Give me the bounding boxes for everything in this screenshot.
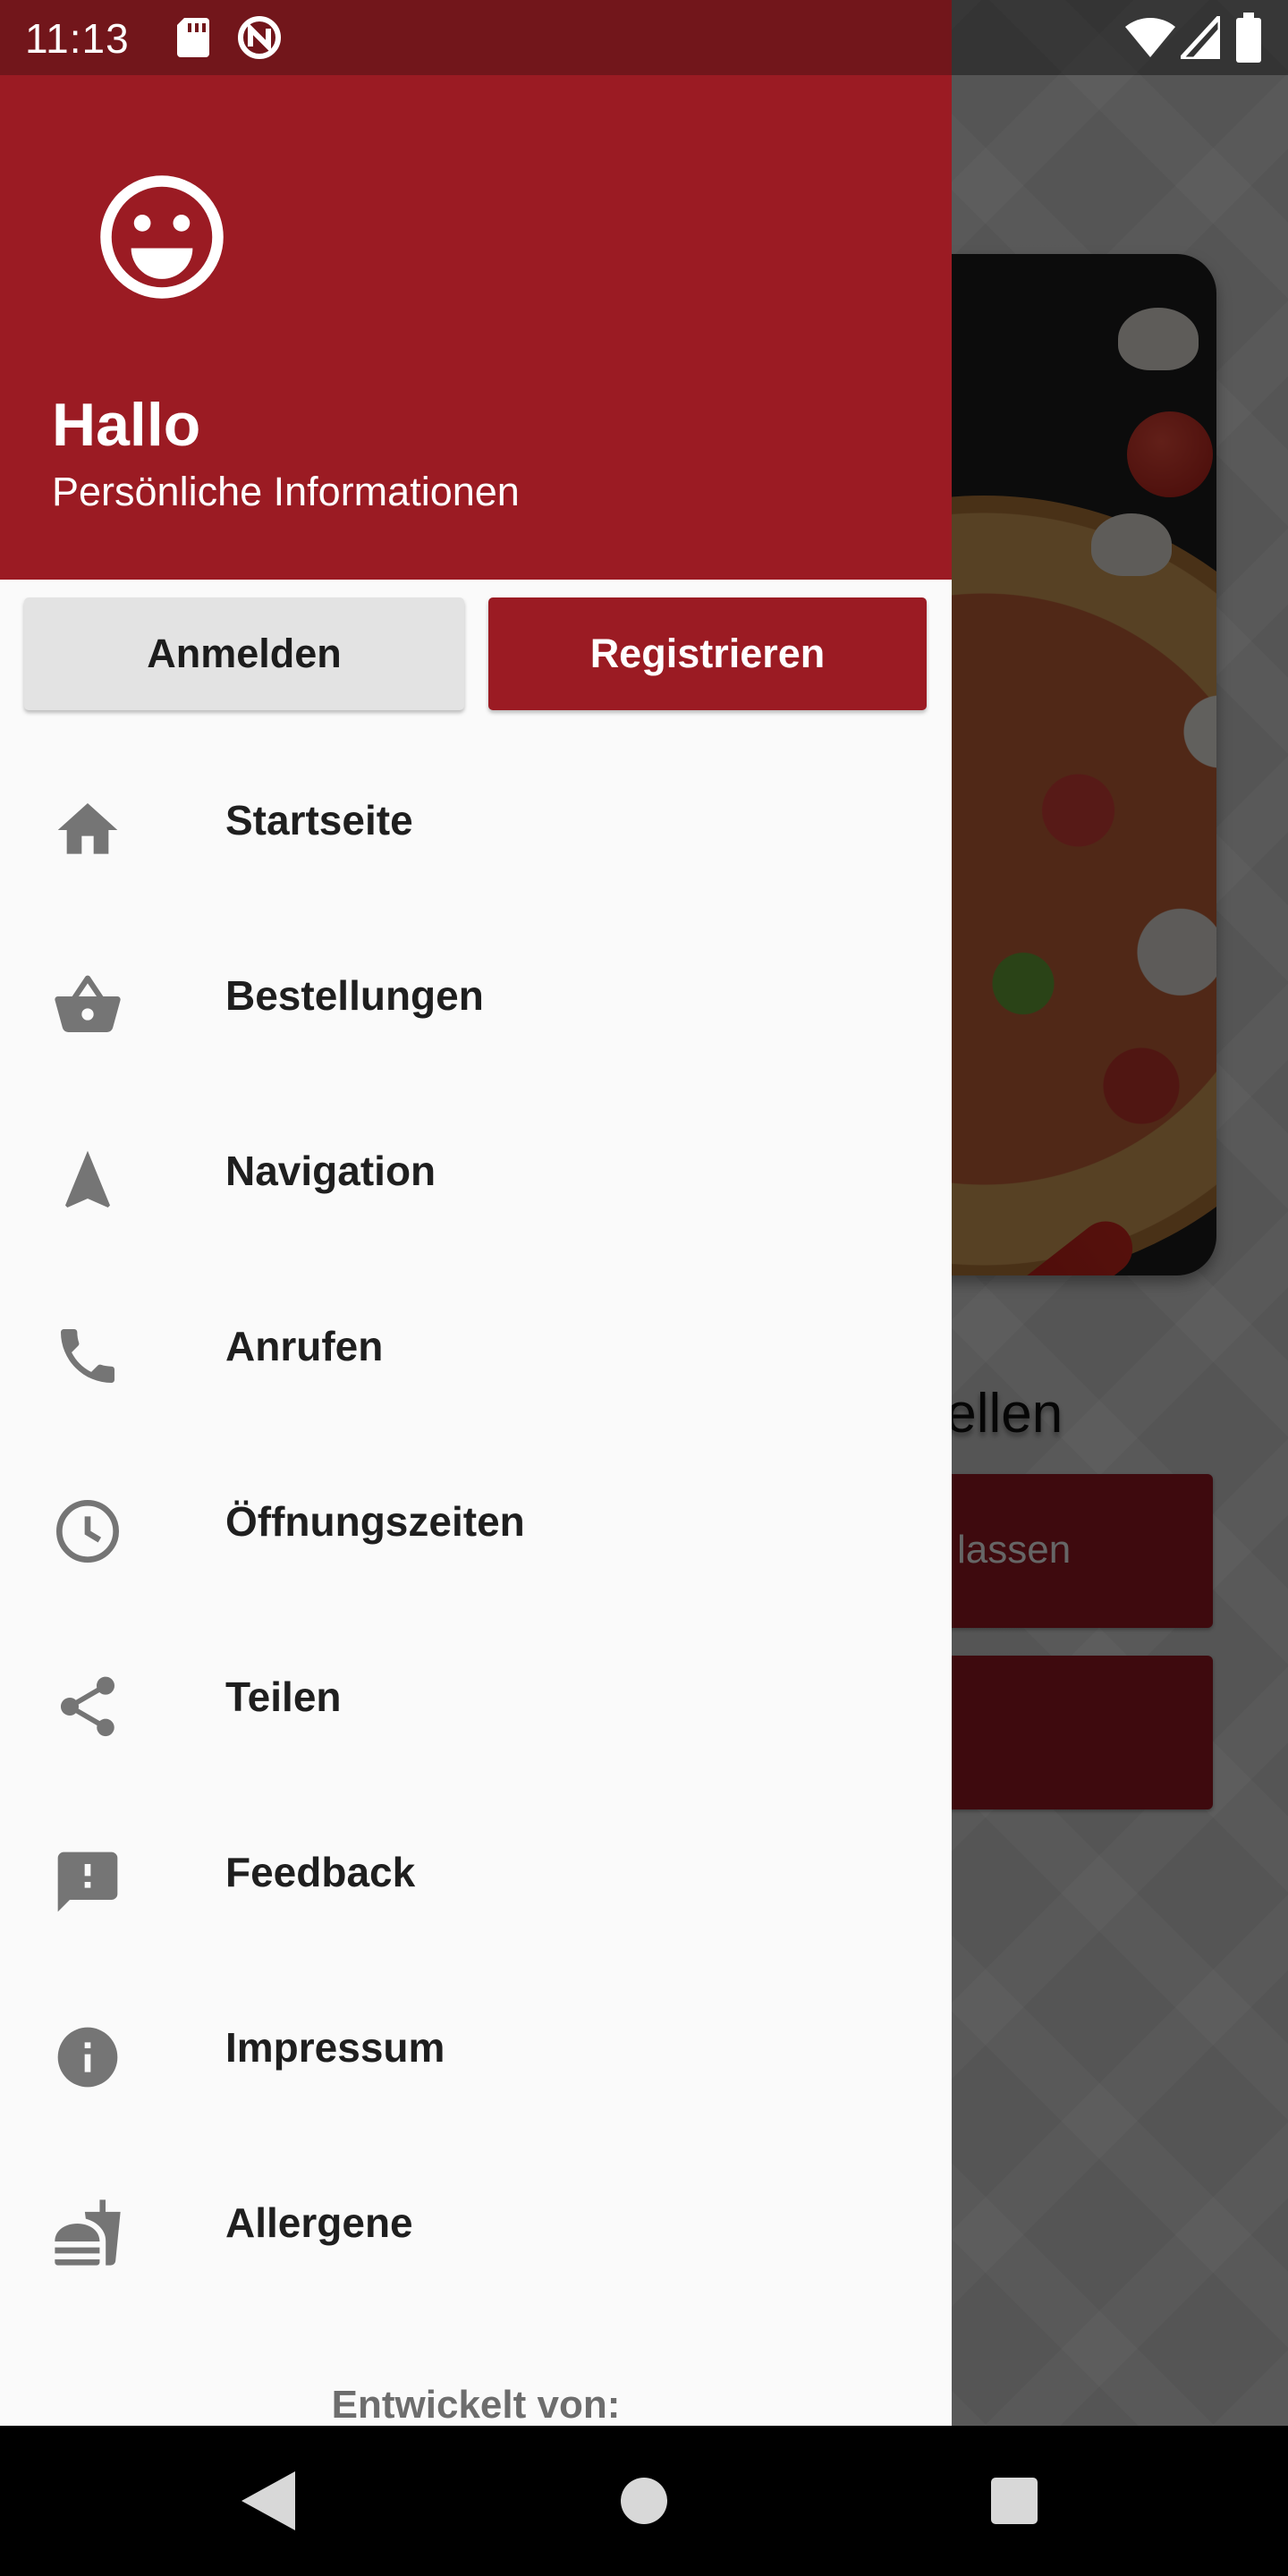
info-icon [57,2027,118,2088]
fastfood-icon [55,2199,121,2266]
menu-item-bestellungen[interactable]: Bestellungen [0,907,952,1082]
menu-item-teilen[interactable]: Teilen [0,1608,952,1784]
share-icon [60,1676,115,1737]
menu-item-label: Navigation [225,1148,436,1194]
menu-item-impressum[interactable]: Impressum [0,1959,952,2134]
recent-apps-icon[interactable] [991,2478,1038,2524]
home-icon [57,803,118,854]
shopping-basket-icon [55,975,121,1032]
back-icon[interactable] [242,2470,295,2531]
menu-item-oeffnungszeiten[interactable]: Öffnungszeiten [0,1433,952,1608]
feedback-icon [57,1852,118,1912]
home-button-icon[interactable] [621,2478,667,2524]
navigation-drawer: Hallo Persönliche Informationen Anmelden… [0,0,952,2426]
menu-item-label: Allergene [225,2199,413,2246]
drawer-header: Hallo Persönliche Informationen [0,75,952,580]
menu-item-label: Teilen [225,1674,342,1720]
menu-item-label: Anrufen [225,1323,384,1369]
menu-item-label: Bestellungen [225,972,484,1019]
menu-item-label: Impressum [225,2024,445,2071]
personal-info-link[interactable]: Persönliche Informationen [52,469,520,515]
developer-credit: Entwickelt von: [331,2383,621,2426]
greeting-title: Hallo [52,391,201,459]
signal-icon [1181,16,1220,59]
menu-item-allergene[interactable]: Allergene [0,2134,952,2309]
system-navigation-bar [0,2426,1288,2576]
register-button[interactable]: Registrieren [488,597,927,710]
smiley-face-icon [100,175,224,299]
menu-item-navigation[interactable]: Navigation [0,1082,952,1258]
nfc-icon [238,16,281,59]
clock-icon [56,1500,119,1563]
battery-icon [1236,13,1261,63]
status-bar: 11:13 [0,0,1288,75]
menu-item-startseite[interactable]: Startseite [0,732,952,907]
wifi-icon [1125,17,1175,58]
menu-item-label: Feedback [225,1849,416,1895]
phone-icon [61,1329,114,1383]
sd-card-icon [177,18,209,57]
menu-item-feedback[interactable]: Feedback [0,1784,952,1959]
status-time: 11:13 [25,15,130,62]
navigation-arrow-icon [65,1150,110,1208]
menu-item-anrufen[interactable]: Anrufen [0,1258,952,1433]
menu-item-label: Startseite [225,797,413,843]
login-button[interactable]: Anmelden [24,597,464,710]
menu-item-label: Öffnungszeiten [225,1498,525,1545]
drawer-menu: Startseite Bestellungen Navigation Anruf… [0,732,952,2309]
